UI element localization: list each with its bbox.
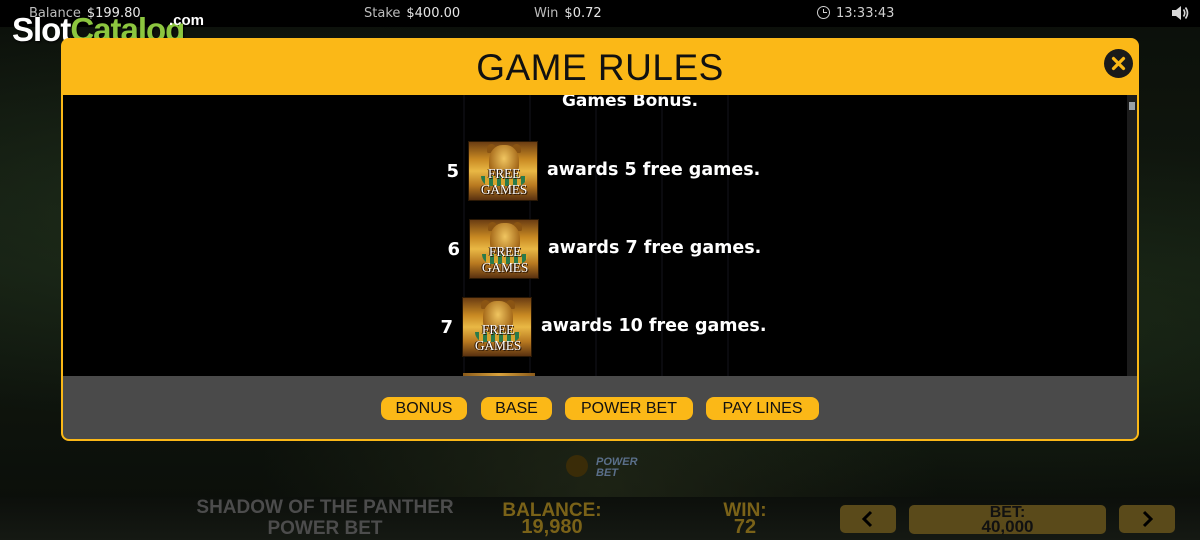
bet-display: BET: 40,000 [909, 505, 1106, 536]
rule-row: 6 FREE GAMES awards 7 free games. [63, 219, 1137, 279]
close-button[interactable] [1104, 49, 1133, 78]
rules-tab-bar: BONUS BASE POWER BET PAY LINES [63, 376, 1137, 439]
game-title-line2: POWER BET [267, 518, 383, 539]
win-value: $0.72 [564, 6, 602, 21]
win-label: Win [534, 6, 559, 21]
free-games-symbol-icon: FREE GAMES [462, 297, 532, 357]
stake-value: $400.00 [406, 6, 461, 21]
bottom-win-value: 72 [733, 516, 757, 538]
rule-description: awards 5 free games. [547, 160, 761, 180]
stake-label: Stake [364, 6, 401, 21]
symbol-count: 7 [440, 317, 453, 338]
game-control-bar: SHADOW OF THE PANTHER POWER BET BALANCE:… [0, 497, 1200, 540]
power-bet-logo: POWER BET [566, 453, 656, 479]
free-games-symbol-icon: FREE GAMES [469, 219, 539, 279]
dialog-title: GAME RULES [476, 47, 724, 88]
win-readout: Win $0.72 [534, 6, 602, 21]
balance-display: BALANCE: 19,980 [492, 501, 612, 538]
close-icon [1111, 56, 1126, 71]
rule-row: 7 FREE GAMES awards 10 free games. [63, 297, 1137, 357]
watermark-part-com: .com [169, 12, 205, 29]
game-title-line1: SHADOW OF THE PANTHER [196, 497, 454, 518]
symbol-count: 6 [447, 239, 460, 260]
rules-scroll-area[interactable]: Games Bonus. 5 FREE GAMES awards 5 free … [63, 95, 1137, 376]
clock-readout: 13:33:43 [817, 6, 894, 21]
power-logo-line2: BET [596, 467, 618, 479]
chevron-left-icon [861, 510, 873, 528]
bet-value: 40,000 [981, 517, 1034, 536]
stake-readout: Stake $400.00 [364, 6, 460, 21]
tab-pay-lines[interactable]: PAY LINES [706, 397, 819, 420]
game-screen: Balance $199.80 Stake $400.00 Win $0.72 13:… [0, 0, 1200, 540]
rule-row: 5 FREE GAMES awards 5 free games. [63, 141, 1137, 201]
rules-scrollbar[interactable] [1127, 95, 1137, 376]
rule-description: awards 7 free games. [548, 238, 762, 258]
bottom-balance-value: 19,980 [521, 516, 583, 538]
symbol-label: FREE GAMES [481, 244, 529, 275]
sound-toggle-button[interactable] [1170, 4, 1190, 22]
bet-increase-button[interactable] [1119, 505, 1175, 533]
chevron-right-icon [1142, 510, 1154, 528]
tab-power-bet[interactable]: POWER BET [565, 397, 693, 420]
free-games-symbol-icon: FREE GAMES [468, 141, 538, 201]
game-title: SHADOW OF THE PANTHER POWER BET [170, 497, 480, 539]
win-display: WIN: 72 [705, 501, 785, 538]
game-rules-dialog: GAME RULES Games Bonus. 5 FREE GAMES awa… [61, 38, 1139, 441]
symbol-count: 5 [446, 161, 459, 182]
tab-bonus[interactable]: BONUS [381, 397, 467, 420]
lightning-icon [566, 455, 588, 477]
rules-intro-text: Games Bonus. [561, 95, 699, 111]
tab-base[interactable]: BASE [481, 397, 552, 420]
clock-icon [817, 6, 830, 19]
rule-description: awards 10 free games. [541, 316, 767, 336]
clock-time: 13:33:43 [836, 6, 895, 21]
speaker-icon [1172, 6, 1189, 20]
symbol-label: FREE GAMES [480, 166, 528, 197]
scrollbar-thumb[interactable] [1129, 102, 1135, 110]
symbol-label: FREE GAMES [474, 322, 522, 353]
bet-decrease-button[interactable] [840, 505, 896, 533]
